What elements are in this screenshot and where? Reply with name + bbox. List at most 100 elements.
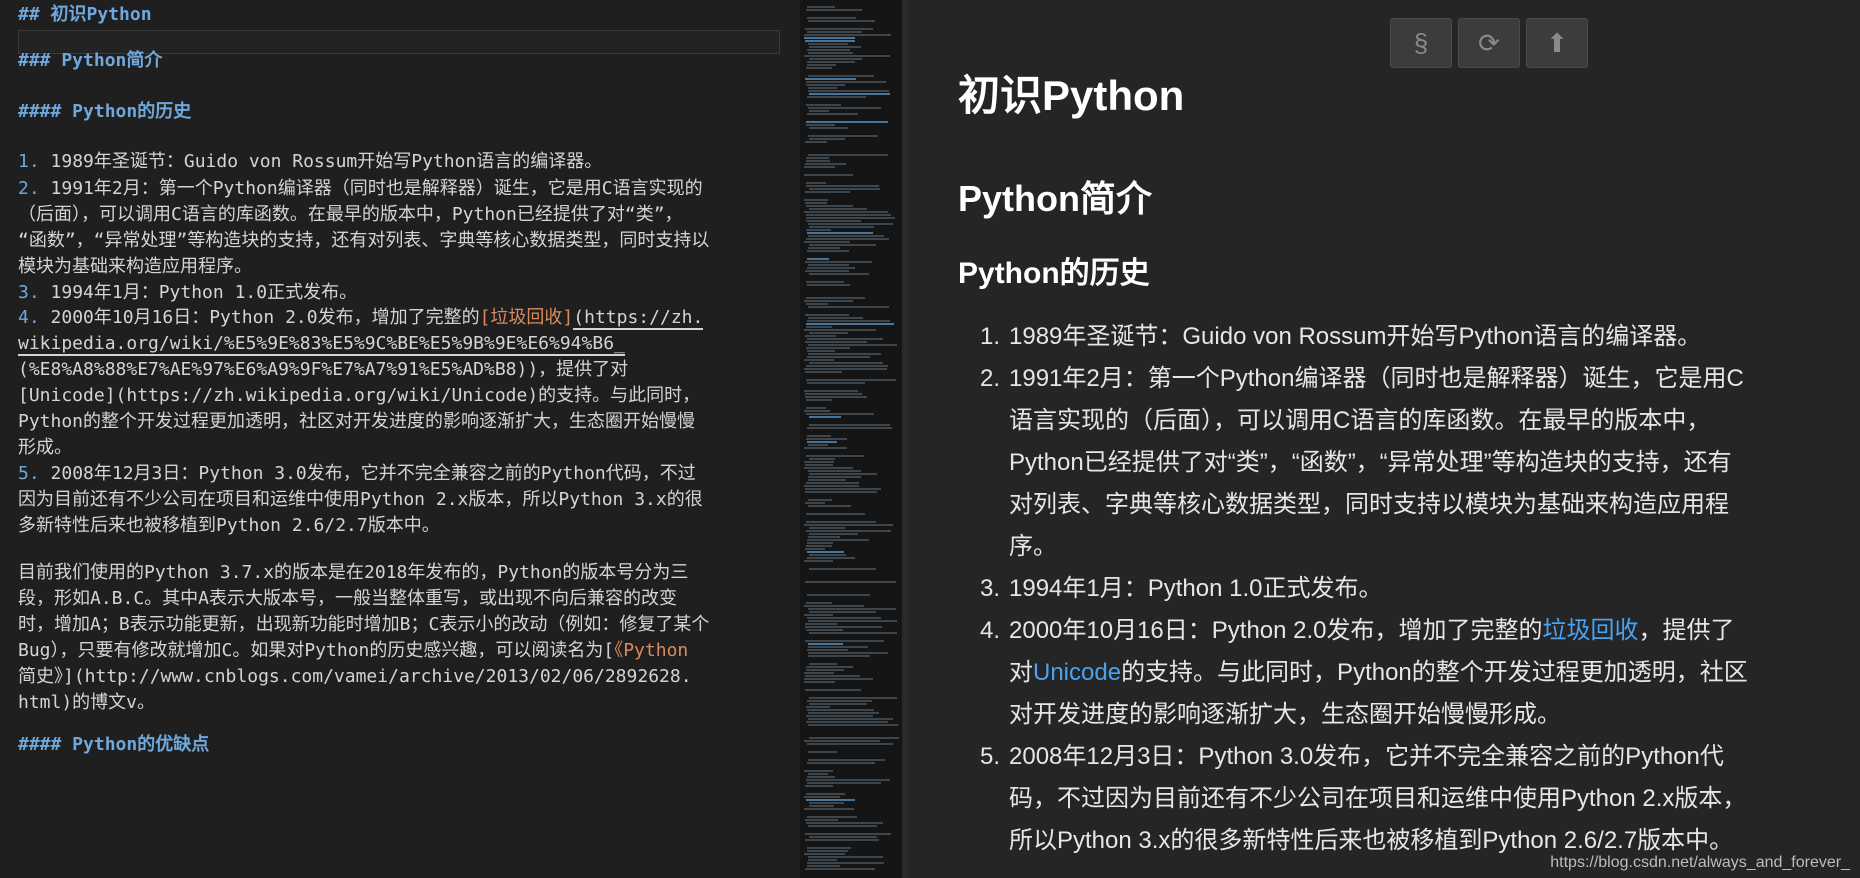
minimap-line bbox=[806, 455, 864, 457]
minimap-line bbox=[805, 581, 896, 583]
minimap-line bbox=[806, 793, 845, 795]
minimap-line bbox=[807, 700, 872, 702]
minimap-line bbox=[807, 320, 890, 322]
editor-line-h4: #### Python的历史 bbox=[18, 101, 192, 122]
preview-line: 语言实现的（后面），可以调用C语言的库函数。在最早的版本中， bbox=[1009, 407, 1711, 434]
minimap-line bbox=[809, 802, 844, 804]
editor-line: html)的博文v。 bbox=[18, 692, 156, 713]
minimap-line bbox=[807, 743, 893, 745]
minimap-line bbox=[808, 235, 884, 237]
minimap-line bbox=[809, 424, 890, 426]
minimap-line bbox=[808, 825, 877, 827]
minimap-line bbox=[809, 362, 883, 364]
minimap-line bbox=[808, 90, 889, 92]
refresh-icon: ⟳ bbox=[1478, 27, 1500, 58]
preview-line: 1994年1月：Python 1.0正式发布。 bbox=[1009, 575, 1383, 602]
minimap-line bbox=[804, 461, 834, 463]
minimap-line bbox=[806, 530, 891, 532]
minimap-line bbox=[806, 413, 874, 415]
minimap-line bbox=[807, 113, 858, 115]
minimap-line bbox=[809, 226, 874, 228]
minimap-line bbox=[806, 121, 888, 123]
minimap-line bbox=[809, 188, 880, 190]
minimap-line bbox=[809, 93, 890, 95]
minimap-line bbox=[808, 20, 875, 22]
scroll-top-button[interactable]: ⬆ bbox=[1526, 18, 1588, 68]
minimap-line bbox=[804, 300, 853, 302]
minimap-line bbox=[806, 160, 830, 162]
minimap-line bbox=[808, 479, 846, 481]
minimap-line bbox=[804, 485, 859, 487]
minimap-line bbox=[806, 185, 879, 187]
minimap-line bbox=[804, 37, 855, 39]
minimap-line bbox=[808, 107, 881, 109]
minimap-line bbox=[805, 502, 825, 504]
minimap-line bbox=[805, 464, 833, 466]
minimap-line bbox=[807, 258, 829, 260]
refresh-button[interactable]: ⟳ bbox=[1458, 18, 1520, 68]
minimap-line bbox=[809, 416, 841, 418]
preview-link[interactable]: 垃圾回收 bbox=[1543, 617, 1639, 644]
minimap-line bbox=[805, 335, 836, 337]
minimap-line bbox=[807, 862, 884, 864]
minimap-line bbox=[804, 368, 887, 370]
minimap-line bbox=[805, 833, 891, 835]
minimap-line bbox=[807, 435, 831, 437]
minimap-line bbox=[806, 182, 826, 184]
minimap-line bbox=[805, 261, 872, 263]
minimap-line bbox=[806, 799, 855, 801]
minimap-line bbox=[806, 706, 830, 708]
minimap-line bbox=[806, 323, 894, 325]
preview-line: 对列表、字典等核心数据类型，同时支持以模块为基础来构造应用程 bbox=[1009, 491, 1729, 518]
minimap-line bbox=[809, 138, 845, 140]
minimap-line bbox=[806, 281, 844, 283]
minimap-line bbox=[807, 49, 850, 51]
minimap-line bbox=[808, 724, 898, 726]
minimap-line bbox=[805, 40, 855, 42]
preview-link[interactable]: Unicode bbox=[1033, 659, 1121, 686]
minimap-line bbox=[806, 220, 861, 222]
minimap-line bbox=[806, 822, 883, 824]
minimap-line bbox=[808, 643, 843, 645]
minimap-line bbox=[807, 356, 870, 358]
minimap-line bbox=[807, 267, 855, 269]
minimap-line bbox=[806, 205, 853, 207]
preview-list-number: 3. bbox=[980, 575, 1001, 602]
arrow-up-icon: ⬆ bbox=[1546, 27, 1568, 58]
minimap-line bbox=[807, 250, 849, 252]
minimap-line bbox=[805, 28, 873, 30]
minimap-line bbox=[808, 718, 893, 720]
minimap-line bbox=[808, 223, 893, 225]
minimap-line bbox=[804, 614, 833, 616]
editor-minimap[interactable] bbox=[800, 0, 902, 878]
minimap-line bbox=[807, 782, 881, 784]
minimap-line bbox=[809, 46, 861, 48]
minimap-line bbox=[808, 444, 828, 446]
minimap-line bbox=[808, 536, 840, 538]
preview-line: 序。 bbox=[1009, 533, 1057, 560]
minimap-line bbox=[807, 64, 836, 66]
minimap-line bbox=[806, 214, 891, 216]
minimap-line bbox=[805, 341, 867, 343]
minimap-line bbox=[805, 785, 833, 787]
minimap-line bbox=[808, 652, 888, 654]
minimap-line bbox=[807, 61, 855, 63]
minimap-line bbox=[806, 84, 845, 86]
section-button[interactable]: § bbox=[1390, 18, 1452, 68]
editor-line: 1. 1989年圣诞节：Guido von Rossum开始写Python语言的… bbox=[18, 151, 603, 172]
minimap-line bbox=[807, 96, 866, 98]
preview-h2: Python简介 bbox=[958, 178, 1152, 219]
editor-line-h4: #### Python的优缺点 bbox=[18, 734, 210, 755]
section-icon: § bbox=[1413, 27, 1429, 58]
minimap-line bbox=[808, 620, 897, 622]
minimap-line bbox=[807, 542, 833, 544]
minimap-line bbox=[806, 217, 895, 219]
minimap-line bbox=[804, 560, 833, 562]
preview-list-number: 4. bbox=[980, 617, 1001, 644]
minimap-line bbox=[807, 232, 873, 234]
minimap-line bbox=[808, 353, 881, 355]
minimap-line bbox=[809, 663, 837, 665]
markdown-editor[interactable]: ## 初识Python ### Python简介 #### Python的历史 … bbox=[0, 0, 800, 878]
minimap-line bbox=[807, 31, 862, 33]
minimap-line bbox=[808, 43, 848, 45]
